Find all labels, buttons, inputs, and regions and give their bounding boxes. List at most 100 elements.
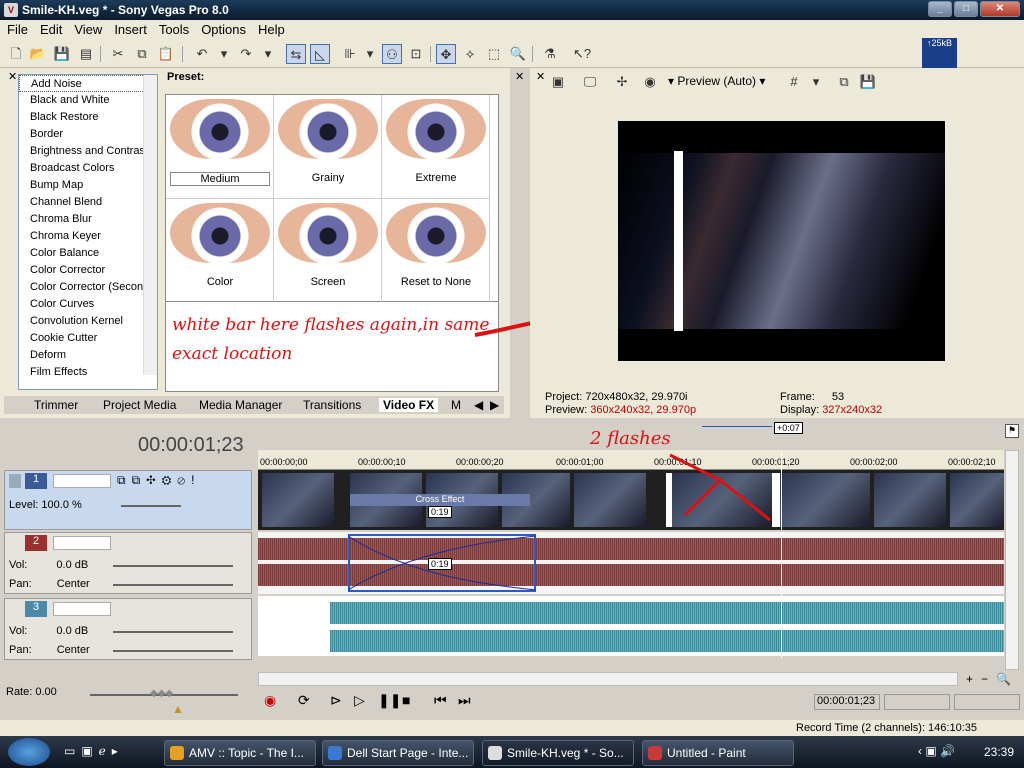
- menu-tools[interactable]: Tools: [152, 20, 194, 37]
- zoom-tool-icon[interactable]: 🔍: [508, 44, 528, 64]
- start-button[interactable]: [8, 738, 50, 766]
- fx-item[interactable]: Color Corrector (Secondary): [19, 279, 157, 296]
- properties-icon[interactable]: ▤: [76, 44, 96, 64]
- video-event-thumbnail[interactable]: [950, 473, 1004, 527]
- menu-edit[interactable]: Edit: [33, 20, 67, 37]
- selection-tool-icon[interactable]: ⬚: [484, 44, 504, 64]
- preview-close-icon[interactable]: ✕: [515, 70, 524, 83]
- copy-snapshot-icon[interactable]: ⧉: [834, 72, 854, 92]
- maximize-button[interactable]: □: [954, 1, 978, 17]
- auto-crossfade-icon[interactable]: ◺: [310, 44, 330, 64]
- ripple-dropdown-icon[interactable]: ▾: [360, 44, 380, 64]
- timeline-horizontal-scrollbar[interactable]: [258, 672, 958, 686]
- fx-item[interactable]: Film Effects: [19, 364, 157, 381]
- menu-file[interactable]: File: [0, 20, 33, 37]
- stop-icon[interactable]: ■: [402, 692, 410, 708]
- fx-panel-close-icon[interactable]: ✕: [8, 70, 17, 83]
- save-icon[interactable]: 💾: [52, 44, 72, 64]
- video-event-thumbnail[interactable]: [874, 473, 946, 527]
- menu-insert[interactable]: Insert: [107, 20, 152, 37]
- go-to-start-icon[interactable]: ⏮: [434, 692, 447, 709]
- ignore-grouping-icon[interactable]: ⊡: [406, 44, 426, 64]
- undo-dropdown-icon[interactable]: ▾: [214, 44, 234, 64]
- save-snapshot-icon[interactable]: 💾: [858, 72, 878, 92]
- preset-grainy[interactable]: Grainy: [274, 95, 382, 199]
- video-track-lane[interactable]: Cross Effect 0:19: [258, 470, 1004, 530]
- fx-item[interactable]: Bump Map: [19, 177, 157, 194]
- playhead-cursor[interactable]: [781, 452, 782, 658]
- audio-track-3-header[interactable]: 3 Vol: 0.0 dB Pan: Center: [4, 598, 252, 660]
- envelope-tool-icon[interactable]: ⟡: [460, 44, 480, 64]
- play-from-start-icon[interactable]: ⊳: [330, 692, 342, 709]
- pan-slider[interactable]: [113, 650, 233, 652]
- external-monitor-icon[interactable]: 🖵: [580, 72, 600, 92]
- selection-start-field[interactable]: [884, 694, 950, 710]
- copy-icon[interactable]: ⧉: [132, 44, 152, 64]
- timeline-vertical-scrollbar[interactable]: [1005, 450, 1019, 670]
- menu-options[interactable]: Options: [194, 20, 251, 37]
- online-help-icon[interactable]: ⚗: [540, 44, 560, 64]
- preset-reset-to-none[interactable]: Reset to None: [382, 199, 490, 303]
- quick-launch-icons[interactable]: ▭▣ℯ▸: [64, 744, 124, 758]
- snapping-icon[interactable]: ⇆: [286, 44, 306, 64]
- preview-quality-icon[interactable]: ◉: [640, 72, 660, 92]
- fx-item[interactable]: Color Corrector: [19, 262, 157, 279]
- tab-trimmer[interactable]: Trimmer: [34, 398, 78, 412]
- ripple-edit-icon[interactable]: ⊪: [340, 44, 360, 64]
- level-slider[interactable]: [121, 505, 181, 507]
- taskbar-item-amv-topic[interactable]: AMV :: Topic - The I...: [164, 740, 316, 766]
- tab-media-manager[interactable]: Media Manager: [199, 398, 282, 412]
- fx-list-scrollbar[interactable]: [143, 75, 157, 375]
- tab-scroll-right-icon[interactable]: ▶: [490, 398, 499, 412]
- fx-item[interactable]: Deform: [19, 347, 157, 364]
- loop-playback-icon[interactable]: ⟳: [298, 692, 310, 709]
- close-button[interactable]: ✕: [980, 1, 1020, 17]
- track-expand-icon[interactable]: [9, 474, 21, 488]
- pan-slider[interactable]: [113, 584, 233, 586]
- fx-item[interactable]: Black and White: [19, 92, 157, 109]
- cursor-position-field[interactable]: 00:00:01;23: [814, 694, 880, 710]
- lock-envelopes-icon[interactable]: ⚇: [382, 44, 402, 64]
- go-to-end-icon[interactable]: ⏭: [458, 692, 471, 709]
- fx-item[interactable]: Convolution Kernel: [19, 313, 157, 330]
- new-file-icon[interactable]: 🗋: [6, 44, 26, 64]
- fx-item[interactable]: Add Noise: [19, 75, 157, 92]
- video-track-header[interactable]: 1 ⧉⧉✣⚙⊘! Level: 100.0 %: [4, 470, 252, 530]
- track-name-field[interactable]: [53, 602, 111, 616]
- fx-item[interactable]: Black Restore: [19, 109, 157, 126]
- preview-properties-icon[interactable]: ▣: [548, 72, 568, 92]
- track-name-field[interactable]: [53, 474, 111, 488]
- video-event-thumbnail[interactable]: [780, 473, 870, 527]
- audio-track-2-header[interactable]: 2 Vol: 0.0 dB Pan: Center: [4, 532, 252, 594]
- redo-dropdown-icon[interactable]: ▾: [258, 44, 278, 64]
- open-folder-icon[interactable]: 📂: [28, 44, 48, 64]
- fx-item[interactable]: Color Balance: [19, 245, 157, 262]
- rate-slider-thumb[interactable]: ◆◆◆: [150, 688, 173, 699]
- marker-menu-icon[interactable]: ⚑: [1005, 424, 1019, 438]
- overlays-dropdown-icon[interactable]: ▾: [806, 72, 826, 92]
- record-icon[interactable]: ◉: [264, 692, 276, 709]
- taskbar-item-dell-start-page[interactable]: Dell Start Page - Inte...: [322, 740, 474, 766]
- fx-item[interactable]: Chroma Keyer: [19, 228, 157, 245]
- selection-length-field[interactable]: [954, 694, 1020, 710]
- fx-item[interactable]: Chroma Blur: [19, 211, 157, 228]
- volume-slider[interactable]: [113, 565, 233, 567]
- taskbar-item-paint[interactable]: Untitled - Paint: [642, 740, 794, 766]
- play-icon[interactable]: ▷: [354, 692, 365, 709]
- fx-item[interactable]: Broadcast Colors: [19, 160, 157, 177]
- fx-item[interactable]: Channel Blend: [19, 194, 157, 211]
- track-fx-buttons[interactable]: ⧉⧉✣⚙⊘!: [117, 473, 200, 488]
- cut-icon[interactable]: ✂: [108, 44, 128, 64]
- overlays-grid-icon[interactable]: #: [784, 72, 804, 92]
- whats-this-help-icon[interactable]: ↖?: [572, 44, 592, 64]
- video-event-thumbnail[interactable]: [262, 473, 334, 527]
- menu-view[interactable]: View: [67, 20, 107, 37]
- minimize-button[interactable]: _: [928, 1, 952, 17]
- fx-item[interactable]: Color Curves: [19, 296, 157, 313]
- tab-video-fx[interactable]: Video FX: [379, 398, 439, 412]
- tab-scroll-left-icon[interactable]: ◀: [474, 398, 483, 412]
- audio-track-3-lane[interactable]: [258, 596, 1004, 656]
- fx-item[interactable]: Border: [19, 126, 157, 143]
- preview-close-icon-2[interactable]: ✕: [536, 70, 545, 83]
- pause-icon[interactable]: ❚❚: [378, 692, 401, 709]
